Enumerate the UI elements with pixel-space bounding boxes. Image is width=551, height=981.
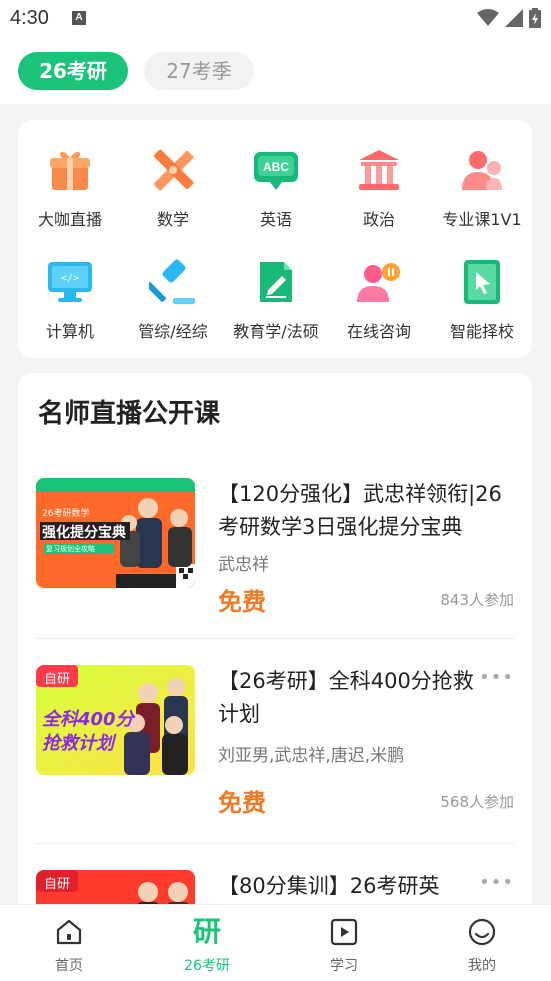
battery-icon	[529, 8, 541, 28]
status-time: 4:30	[10, 7, 49, 29]
nav-label: 我的	[468, 958, 496, 974]
course-participants: 843人参加	[440, 591, 514, 609]
thumb-headline: 强化提分宝典	[42, 525, 126, 541]
category-label: 专业课1V1	[442, 210, 522, 229]
bottom-navigation: 首页 研 26考研 学习 我的	[0, 904, 551, 981]
thumb-headline-2: 抢救计划	[42, 733, 114, 754]
category-label: 英语	[259, 210, 292, 229]
category-label: 在线咨询	[346, 322, 411, 341]
svg-text:</>: </>	[61, 273, 79, 284]
consult-person-icon	[357, 263, 400, 302]
smile-face-icon	[468, 918, 496, 946]
category-grid: 大咖直播 数学 ABC 英语 政治 专业课1V1 </> 计算机 管综/经综 教…	[18, 120, 532, 358]
category-label: 智能择校	[449, 322, 514, 341]
nav-label: 26考研	[184, 958, 230, 974]
more-options-icon[interactable]: •••	[479, 872, 514, 893]
category-label: 政治	[362, 210, 395, 229]
category-item-consult[interactable]: 在线咨询	[327, 258, 431, 342]
ruler-pencil-icon	[154, 149, 194, 191]
divider	[36, 843, 514, 844]
tab-27-kaoji[interactable]: 27考季	[144, 52, 254, 90]
course-title: 【80分集训】26考研英	[218, 874, 440, 898]
category-item-english[interactable]: ABC 英语	[224, 146, 328, 230]
tutor-person-icon	[462, 151, 502, 190]
gift-box-icon	[50, 151, 90, 190]
thumb-sub: 复习规划全攻略	[46, 545, 95, 553]
course-item[interactable]: 自研 全科400分 抢救计划 【26考研】全科400分抢救计划 ••• 刘亚男,…	[36, 665, 514, 817]
category-item-politics[interactable]: 政治	[327, 146, 431, 230]
thumb-badge: 自研	[44, 877, 71, 892]
svg-text:ABC: ABC	[263, 160, 289, 174]
nav-mine[interactable]: 我的	[437, 915, 527, 975]
edit-document-icon	[260, 262, 292, 302]
category-item-live[interactable]: 大咖直播	[18, 146, 122, 230]
category-label: 教育学/法硕	[233, 322, 319, 341]
divider	[36, 638, 514, 639]
thumb-headline-1: 全科400分	[42, 709, 134, 730]
category-item-major-1v1[interactable]: 专业课1V1	[430, 146, 534, 230]
thumb-tag: 26考研数学	[42, 509, 90, 519]
category-label: 计算机	[45, 322, 94, 341]
nav-label: 学习	[330, 958, 358, 974]
status-bar: 4:30 A	[0, 0, 551, 38]
course-teacher: 武忠祥	[218, 555, 269, 575]
course-title: 【26考研】全科400分抢救计划	[218, 669, 474, 726]
gavel-icon	[146, 259, 195, 304]
course-price: 免费	[218, 789, 266, 817]
course-item[interactable]: 26考研数学 强化提分宝典 复习规划全攻略 【120分强化】武忠祥领衔|26考研…	[36, 478, 514, 616]
course-title: 【120分强化】武忠祥领衔|26考研数学3日强化提分宝典	[218, 482, 502, 539]
abc-chat-icon: ABC	[254, 152, 298, 190]
nav-study[interactable]: 学习	[299, 915, 389, 975]
nav-home[interactable]: 首页	[24, 915, 114, 975]
computer-monitor-icon: </>	[48, 262, 92, 302]
course-participants: 568人参加	[440, 793, 514, 811]
category-item-computer[interactable]: </> 计算机	[18, 258, 122, 342]
category-label: 数学	[156, 210, 189, 229]
exam-tab-bar: 26考研 27考季	[0, 38, 551, 104]
system-icons	[477, 8, 541, 28]
wifi-icon	[477, 9, 499, 26]
course-thumbnail: 自研 全科400分 抢救计划	[36, 665, 195, 775]
home-icon	[56, 919, 82, 945]
government-building-icon	[359, 150, 399, 190]
yan-icon: 研	[192, 915, 221, 948]
category-item-math[interactable]: 数学	[121, 146, 225, 230]
thumb-badge: 自研	[44, 672, 71, 687]
nav-kaoyan[interactable]: 研 26考研	[162, 915, 252, 975]
section-title: 名师直播公开课	[38, 399, 221, 429]
live-course-section: 名师直播公开课 26考研数学 强化提分宝典 复习规划全攻略 【120分强化】武忠…	[18, 373, 532, 933]
category-label: 大咖直播	[37, 210, 102, 229]
more-options-icon[interactable]: •••	[479, 667, 514, 688]
category-item-management[interactable]: 管综/经综	[121, 258, 225, 342]
course-thumbnail: 26考研数学 强化提分宝典 复习规划全攻略	[36, 478, 195, 588]
tab-26-kaoyan[interactable]: 26考研	[18, 52, 128, 90]
category-label: 管综/经综	[138, 322, 208, 341]
category-item-education-law[interactable]: 教育学/法硕	[224, 258, 328, 342]
signal-icon	[505, 9, 523, 27]
course-price: 免费	[218, 588, 266, 616]
notification-a-icon: A	[72, 11, 86, 25]
nav-label: 首页	[55, 958, 83, 974]
play-square-icon	[330, 918, 358, 946]
cursor-select-icon	[464, 260, 500, 304]
course-teacher: 刘亚男,武忠祥,唐迟,米鹏	[218, 746, 405, 766]
category-item-school-select[interactable]: 智能择校	[430, 258, 534, 342]
